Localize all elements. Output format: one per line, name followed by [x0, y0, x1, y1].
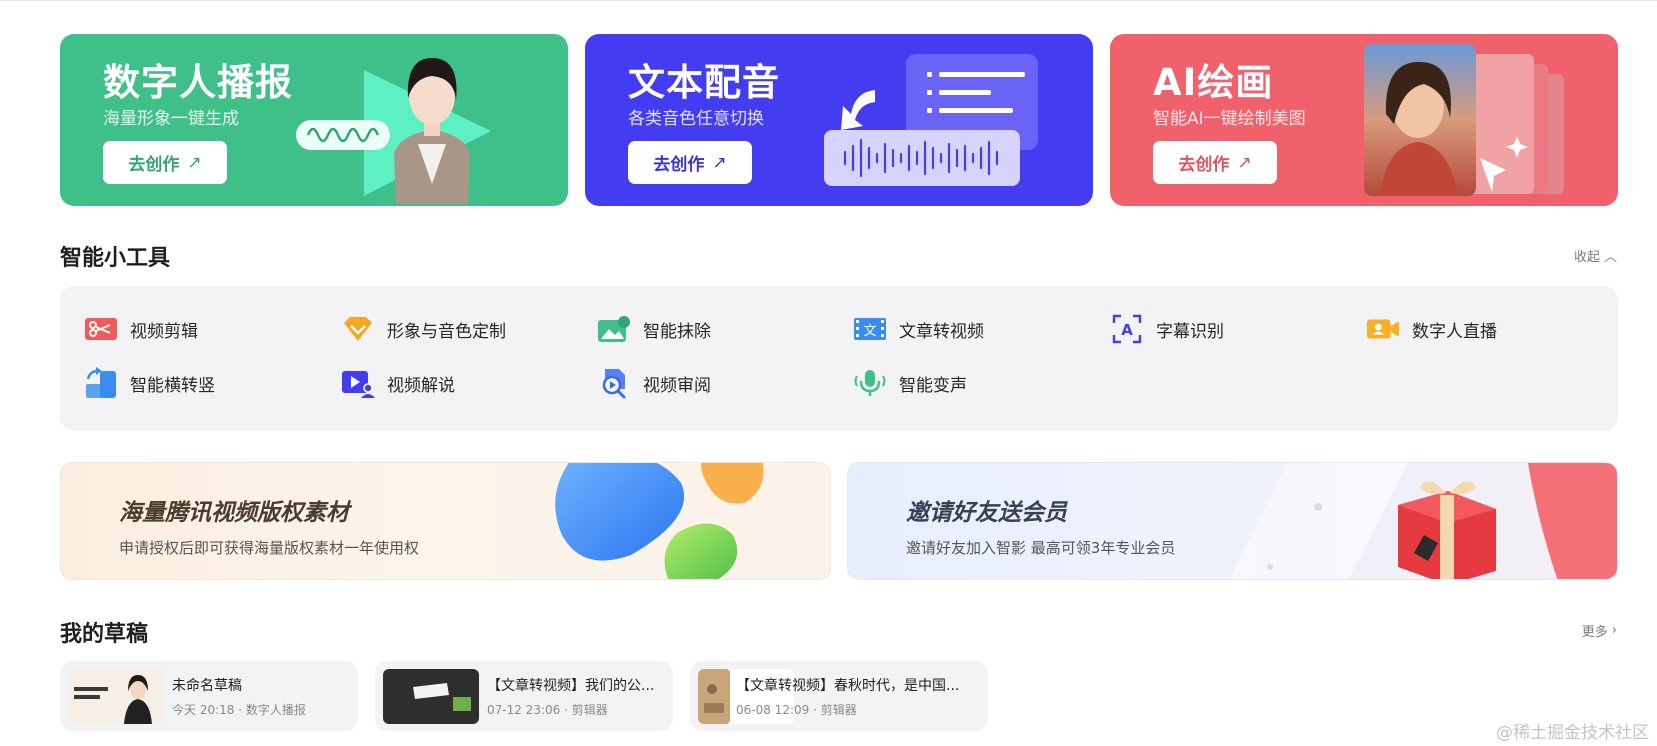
create-button-label: 去创作	[1178, 155, 1230, 175]
hero-subtitle: 各类音色任意切换	[628, 109, 764, 129]
promo-title: 邀请好友送会员	[906, 500, 1067, 526]
tool-label: 文章转视频	[899, 321, 984, 342]
chevron-up-icon: ︿	[1603, 250, 1617, 265]
tool-label: 视频审阅	[643, 375, 711, 396]
hero-subtitle: 海量形象一键生成	[103, 109, 239, 129]
top-divider	[0, 0, 1657, 1]
promo-invite-friends[interactable]: 邀请好友送会员 邀请好友加入智影 最高可领3年专业会员	[847, 462, 1618, 580]
create-button-label: 去创作	[128, 155, 180, 175]
promo-decoration	[555, 463, 764, 579]
ai-painting-illustration	[1364, 44, 1564, 196]
hero-card-ai-painting[interactable]: AI绘画 智能AI一键绘制美图 去创作 ↗	[1110, 34, 1618, 206]
tool-label: 智能横转竖	[130, 375, 215, 396]
tool-label: 智能变声	[899, 375, 967, 396]
article-to-video-icon: 文	[853, 314, 887, 344]
hero-card-text-to-speech[interactable]: 文本配音 各类音色任意切换 去创作 ↗	[585, 34, 1093, 206]
chevron-right-icon: ›	[1611, 623, 1617, 638]
tools-panel: 视频剪辑 形象与音色定制 智能抹除 文 文章转视频 A 字幕识别 数字人直播 智…	[60, 286, 1618, 431]
tool-smart-erase[interactable]: 智能抹除	[597, 314, 711, 344]
tool-digital-human-live[interactable]: 数字人直播	[1366, 314, 1497, 344]
create-button[interactable]: 去创作 ↗	[103, 141, 227, 184]
scissors-icon	[84, 314, 118, 344]
more-label: 更多	[1581, 625, 1608, 640]
tool-video-narration[interactable]: 视频解说	[341, 368, 455, 398]
arrow-up-right-icon: ↗	[1237, 152, 1252, 173]
tool-article-to-video[interactable]: 文 文章转视频	[853, 314, 984, 344]
tool-landscape-to-portrait[interactable]: 智能横转竖	[84, 367, 215, 398]
tool-label: 智能抹除	[643, 321, 711, 342]
collapse-label: 收起	[1573, 250, 1600, 265]
tool-avatar-voice-custom[interactable]: 形象与音色定制	[341, 314, 506, 344]
svg-text:A: A	[1121, 321, 1133, 339]
draft-title: 未命名草稿	[172, 678, 242, 694]
hero-card-digital-human[interactable]: 数字人播报 海量形象一键生成 去创作 ↗	[60, 34, 568, 206]
more-drafts-link[interactable]: 更多 ›	[1582, 621, 1617, 640]
draft-meta: 06-08 12:09 · 剪辑器	[736, 703, 857, 717]
hero-title: 文本配音	[628, 61, 780, 104]
diamond-icon	[341, 314, 375, 344]
live-camera-icon	[1366, 314, 1400, 344]
create-button[interactable]: 去创作 ↗	[628, 141, 752, 184]
draft-title: 【文章转视频】我们的公...	[487, 678, 655, 694]
tool-label: 数字人直播	[1412, 321, 1497, 342]
hero-title: 数字人播报	[103, 61, 293, 104]
collapse-button[interactable]: 收起 ︿	[1574, 246, 1617, 265]
tool-label: 视频剪辑	[130, 321, 198, 342]
tool-video-review[interactable]: 视频审阅	[597, 368, 711, 399]
text-audio-illustration	[824, 54, 1038, 186]
video-review-icon	[597, 368, 631, 399]
subtitle-recognize-icon: A	[1110, 314, 1144, 344]
draft-meta: 07-12 23:06 · 剪辑器	[487, 703, 608, 717]
promo-subtitle: 申请授权后即可获得海量版权素材一年使用权	[119, 539, 420, 557]
tool-video-edit[interactable]: 视频剪辑	[84, 314, 198, 344]
hero-subtitle: 智能AI一键绘制美图	[1153, 109, 1306, 129]
tool-voice-changer[interactable]: 智能变声	[853, 368, 967, 398]
svg-text:文: 文	[863, 324, 876, 339]
draft-meta: 今天 20:18 · 数字人播报	[172, 703, 306, 717]
draft-title: 【文章转视频】春秋时代，是中国...	[736, 678, 960, 694]
image-erase-icon	[597, 314, 631, 344]
tool-label: 视频解说	[387, 375, 455, 396]
draft-card[interactable]: 【文章转视频】春秋时代，是中国... 06-08 12:09 · 剪辑器	[690, 661, 988, 731]
microphone-icon	[853, 368, 887, 398]
tool-label: 字幕识别	[1156, 321, 1224, 342]
tool-label: 形象与音色定制	[387, 321, 506, 342]
video-narration-icon	[341, 368, 375, 398]
arrow-up-right-icon: ↗	[712, 152, 727, 173]
promo-subtitle: 邀请好友加入智影 最高可领3年专业会员	[906, 539, 1176, 557]
rotate-screen-icon	[84, 367, 118, 398]
watermark: @稀土掘金技术社区	[1496, 723, 1649, 743]
arrow-up-right-icon: ↗	[187, 152, 202, 173]
tool-subtitle-recognition[interactable]: A 字幕识别	[1110, 314, 1224, 344]
create-button-label: 去创作	[653, 155, 705, 175]
draft-thumbnail	[383, 669, 479, 724]
tools-section-title: 智能小工具	[60, 246, 171, 271]
promo-copyright-assets[interactable]: 海量腾讯视频版权素材 申请授权后即可获得海量版权素材一年使用权	[60, 462, 831, 580]
draft-thumbnail	[68, 669, 164, 724]
draft-card[interactable]: 未命名草稿 今天 20:18 · 数字人播报	[60, 661, 358, 731]
digital-human-illustration	[296, 58, 491, 204]
promo-title: 海量腾讯视频版权素材	[119, 500, 349, 526]
create-button[interactable]: 去创作 ↗	[1153, 141, 1277, 184]
drafts-section-title: 我的草稿	[60, 622, 149, 647]
gift-decoration	[1229, 463, 1617, 579]
draft-card[interactable]: 【文章转视频】我们的公... 07-12 23:06 · 剪辑器	[375, 661, 673, 731]
hero-title: AI绘画	[1153, 61, 1274, 104]
